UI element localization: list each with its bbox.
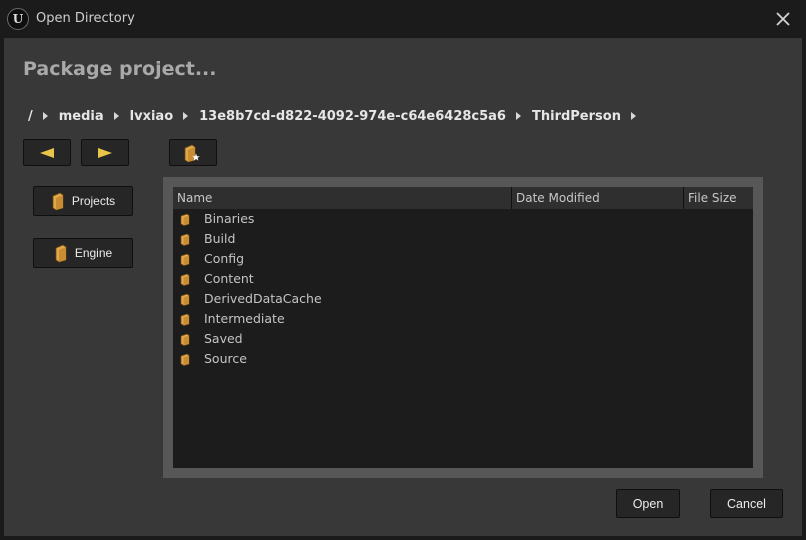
folder-icon — [180, 253, 190, 266]
new-folder-icon — [184, 144, 200, 162]
folder-icon — [180, 273, 190, 286]
column-header-file-size[interactable]: File Size — [684, 187, 753, 209]
close-icon[interactable] — [774, 9, 792, 29]
new-folder-button[interactable] — [169, 139, 217, 166]
breadcrumb-segment[interactable]: ThirdPerson — [530, 109, 623, 124]
engine-button[interactable]: Engine — [33, 238, 133, 268]
folder-name: Build — [204, 231, 236, 246]
folder-name: Content — [204, 271, 254, 286]
dialog-body: Package project... / media lvxiao 13e8b7cd-… — [4, 38, 802, 536]
engine-label: Engine — [74, 246, 113, 260]
unreal-logo-icon: U — [7, 8, 29, 30]
folder-name: DerivedDataCache — [204, 291, 322, 306]
forward-button[interactable] — [81, 139, 129, 166]
breadcrumb-arrow-icon[interactable] — [183, 112, 189, 120]
title-bar[interactable]: U Open Directory — [0, 0, 806, 38]
folder-icon — [180, 313, 190, 326]
dialog-heading: Package project... — [23, 58, 217, 80]
list-item[interactable]: Binaries — [173, 209, 753, 229]
breadcrumb-segment[interactable]: 13e8b7cd-d822-4092-974e-c64e6428c5a6 — [197, 109, 508, 124]
list-header: Name Date Modified File Size — [173, 187, 753, 209]
folder-name: Binaries — [204, 211, 255, 226]
breadcrumb-arrow-icon[interactable] — [113, 112, 119, 120]
folder-name: Saved — [204, 331, 243, 346]
folder-icon — [52, 192, 64, 210]
file-browser-panel: Name Date Modified File Size Binaries Bui… — [163, 177, 763, 478]
column-header-date-modified[interactable]: Date Modified — [512, 187, 683, 209]
projects-button[interactable]: Projects — [33, 186, 133, 216]
breadcrumb-arrow-icon[interactable] — [42, 112, 48, 120]
open-directory-window: U Open Directory Package project... / med… — [0, 0, 806, 540]
list-item[interactable]: Saved — [173, 329, 753, 349]
breadcrumb: / media lvxiao 13e8b7cd-d822-4092-974e-c64e… — [26, 106, 645, 126]
list-item[interactable]: Intermediate — [173, 309, 753, 329]
list-item[interactable]: Config — [173, 249, 753, 269]
arrow-right-icon — [98, 147, 112, 158]
breadcrumb-arrow-icon[interactable] — [515, 112, 521, 120]
breadcrumb-arrow-icon[interactable] — [630, 112, 636, 120]
list-item[interactable]: DerivedDataCache — [173, 289, 753, 309]
folder-icon — [55, 244, 67, 262]
open-button[interactable]: Open — [616, 489, 680, 518]
folder-name: Config — [204, 251, 245, 266]
list-item[interactable]: Content — [173, 269, 753, 289]
window-title: Open Directory — [36, 11, 135, 26]
folder-icon — [180, 333, 190, 346]
folder-list[interactable]: Name Date Modified File Size Binaries Bui… — [173, 187, 753, 468]
folder-icon — [180, 293, 190, 306]
back-button[interactable] — [23, 139, 71, 166]
folder-icon — [180, 353, 190, 366]
folder-name: Source — [204, 351, 247, 366]
breadcrumb-segment[interactable]: / — [26, 109, 35, 124]
list-item[interactable]: Build — [173, 229, 753, 249]
folder-name: Intermediate — [204, 311, 285, 326]
breadcrumb-segment[interactable]: lvxiao — [128, 109, 175, 124]
folder-icon — [180, 213, 190, 226]
column-header-name[interactable]: Name — [173, 187, 511, 209]
projects-label: Projects — [71, 194, 116, 208]
folder-icon — [180, 233, 190, 246]
list-item[interactable]: Source — [173, 349, 753, 369]
arrow-left-icon — [40, 147, 54, 158]
breadcrumb-segment[interactable]: media — [57, 109, 106, 124]
cancel-button[interactable]: Cancel — [710, 489, 783, 518]
